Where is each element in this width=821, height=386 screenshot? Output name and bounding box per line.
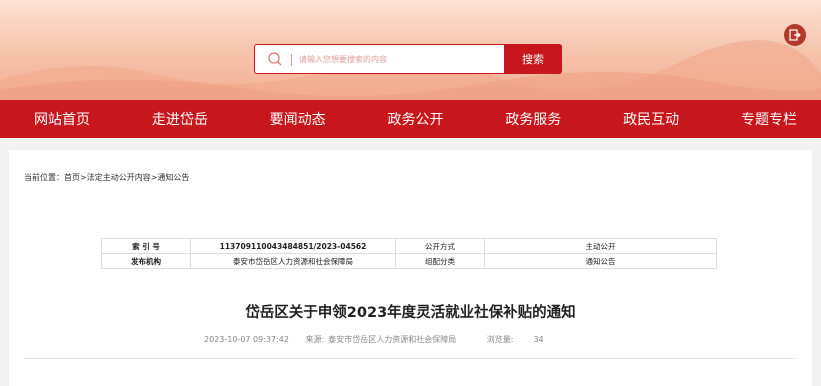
- meta-table: 索 引 号 113709110043484851/2023-04562 公开方式…: [101, 238, 717, 269]
- meta-value: 泰安市岱岳区人力资源和社会保障局: [190, 253, 396, 269]
- breadcrumb: 当前位置：首页>法定主动公开内容>通知公告: [24, 173, 190, 182]
- exit-icon: [789, 29, 801, 41]
- meta-row: 索 引 号 113709110043484851/2023-04562 公开方式…: [101, 238, 717, 254]
- content-panel: 当前位置：首页>法定主动公开内容>通知公告 索 引 号 113709110043…: [9, 150, 812, 386]
- article-info: 2023-10-07 09:37:42 来源: 泰安市岱岳区人力资源和社会保障局 …: [204, 334, 558, 345]
- search-button[interactable]: 搜索: [504, 44, 562, 74]
- nav-home[interactable]: 网站首页: [34, 109, 90, 129]
- nav-news[interactable]: 要闻动态: [270, 109, 326, 129]
- meta-value: 113709110043484851/2023-04562: [190, 238, 396, 254]
- source-label: 来源:: [305, 335, 325, 344]
- meta-label: 发布机构: [101, 253, 191, 269]
- header-banner: 搜索: [0, 0, 821, 100]
- divider: [24, 358, 796, 359]
- nav-gov-services[interactable]: 政务服务: [505, 109, 561, 129]
- search-separator: [291, 54, 292, 66]
- search-icon: [268, 52, 282, 66]
- meta-value: 通知公告: [484, 253, 717, 269]
- exit-button[interactable]: [784, 24, 806, 46]
- search-input[interactable]: [299, 50, 499, 68]
- article-title: 岱岳区关于申领2023年度灵活就业社保补贴的通知: [245, 305, 576, 321]
- nav-interaction[interactable]: 政民互动: [623, 109, 679, 129]
- nav-about-daiyue[interactable]: 走进岱岳: [152, 109, 208, 129]
- meta-label: 公开方式: [395, 238, 485, 254]
- nav-gov-disclosure[interactable]: 政务公开: [387, 109, 443, 129]
- search-bar: 搜索: [254, 44, 562, 74]
- nav-special-topics[interactable]: 专题专栏: [741, 109, 797, 129]
- views-count: 34: [533, 335, 544, 344]
- views-label: 浏览量:: [486, 335, 514, 344]
- publish-date: 2023-10-07 09:37:42: [204, 335, 289, 344]
- meta-label: 索 引 号: [101, 238, 191, 254]
- main-nav: 网站首页 走进岱岳 要闻动态 政务公开 政务服务 政民互动 专题专栏: [0, 100, 821, 138]
- source-value: 泰安市岱岳区人力资源和社会保障局: [328, 335, 457, 344]
- meta-value: 主动公开: [484, 238, 717, 254]
- meta-row: 发布机构 泰安市岱岳区人力资源和社会保障局 组配分类 通知公告: [101, 253, 717, 269]
- meta-label: 组配分类: [395, 253, 485, 269]
